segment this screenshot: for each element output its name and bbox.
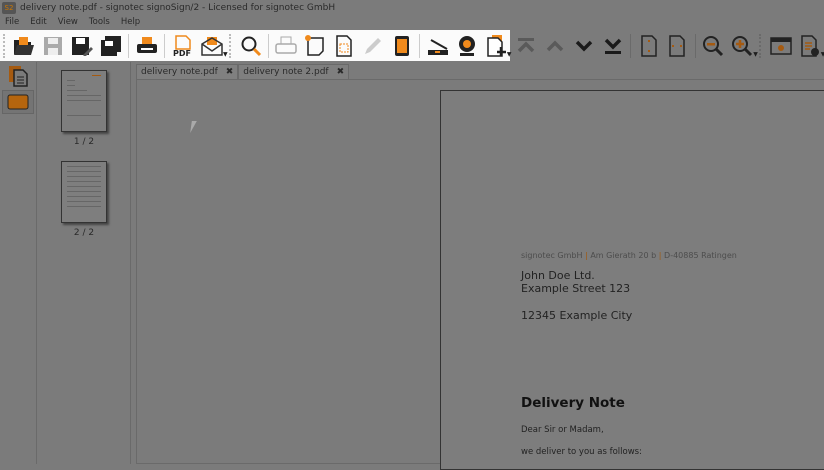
thumbnail-label: 1 / 2 [73,137,95,147]
recipient-city: 12345 Example City [521,309,633,322]
recipient-street: Example Street 123 [521,282,631,295]
tab-delivery-note[interactable]: delivery note.pdf ✖ [136,64,239,79]
open-icon[interactable] [12,34,36,58]
document-heading: Delivery Note [521,395,625,411]
select-area-icon[interactable] [332,34,356,58]
window-title: delivery note.pdf - signotec signoSign/2… [20,3,336,13]
webcam-icon[interactable] [455,34,479,58]
add-document-icon[interactable]: ▼ [484,34,511,58]
menu-file[interactable]: File [5,17,19,29]
first-page-icon[interactable] [515,34,539,58]
page-thumbnail-1[interactable] [61,70,107,132]
dropdown-arrow-icon[interactable]: ▼ [507,51,512,58]
toolbar-separator [630,33,632,58]
fullscreen-icon[interactable] [769,34,793,58]
email-icon[interactable]: ▼ [200,34,228,58]
recipient-name: John Doe Ltd. [521,269,595,282]
pdf-export-icon[interactable]: PDF [171,34,195,58]
toolbar-separator [419,33,421,58]
app-icon: S2 [2,2,16,14]
thumbnails-tab[interactable] [2,64,34,88]
page-thumbnail-2[interactable] [61,161,107,223]
last-page-icon[interactable] [601,34,625,58]
tab-delivery-note-2[interactable]: delivery note 2.pdf ✖ [238,64,350,79]
thumbnail-label: 2 / 2 [73,228,95,238]
toolbar-separator [694,33,696,58]
document-settings-icon[interactable]: ▼ [798,34,824,58]
zoom-in-icon[interactable]: ▼ [730,34,758,58]
search-icon[interactable] [239,34,263,58]
save-all-icon[interactable] [99,34,123,58]
previous-page-icon[interactable] [543,34,567,58]
signature-pad-icon[interactable] [390,34,414,58]
menu-view[interactable]: View [58,17,78,29]
title-bar: S2 delivery note.pdf - signotec signoSign… [0,0,824,16]
menu-bar: File Edit View Tools Help [0,17,140,29]
toolbar-grip[interactable] [759,33,763,58]
pen-icon[interactable] [361,34,385,58]
print-icon[interactable] [135,34,159,58]
svg-text:PDF: PDF [173,49,191,57]
close-icon[interactable]: ✖ [337,65,345,79]
print-disabled-icon[interactable] [274,34,298,58]
toolbar-separator [164,33,166,58]
zoom-out-icon[interactable] [701,34,725,58]
toolbar-grip[interactable] [229,33,233,58]
fit-width-icon[interactable] [665,34,689,58]
pdf-page: signotec GmbH | Am Gierath 20 b | D-4088… [440,90,824,470]
tab-label: delivery note.pdf [141,67,218,77]
dropdown-arrow-icon[interactable]: ▼ [753,51,758,58]
save-icon[interactable] [41,34,65,58]
save-as-icon[interactable] [70,34,94,58]
mouse-cursor-icon [190,121,202,133]
close-icon[interactable]: ✖ [226,65,234,79]
menu-tools[interactable]: Tools [89,17,110,29]
main-toolbar: PDF ▼ ▼ [0,30,511,61]
menu-help[interactable]: Help [121,17,140,29]
menu-edit[interactable]: Edit [30,17,46,29]
document-tabs: delivery note.pdf ✖ delivery note 2.pdf ✖ [136,64,350,79]
next-page-icon[interactable] [572,34,596,58]
intro-text: we deliver to you as follows: [521,447,642,457]
thumbnail-panel: 1 / 2 2 / 2 [37,62,131,464]
toolbar-separator [128,33,130,58]
new-note-icon[interactable] [303,34,327,58]
scanner-icon[interactable] [426,34,450,58]
tab-label: delivery note 2.pdf [243,67,329,77]
signatures-tab[interactable] [2,90,34,114]
salutation: Dear Sir or Madam, [521,425,604,435]
toolbar-separator [267,33,269,58]
sender-line: signotec GmbH | Am Gierath 20 b | D-4088… [521,251,737,260]
fit-page-icon[interactable] [637,34,661,58]
dropdown-arrow-icon[interactable]: ▼ [223,51,228,58]
side-panel-tabs [0,62,37,464]
toolbar-grip[interactable] [3,33,7,58]
navigation-toolbar: ▼ ▼ [512,30,824,61]
